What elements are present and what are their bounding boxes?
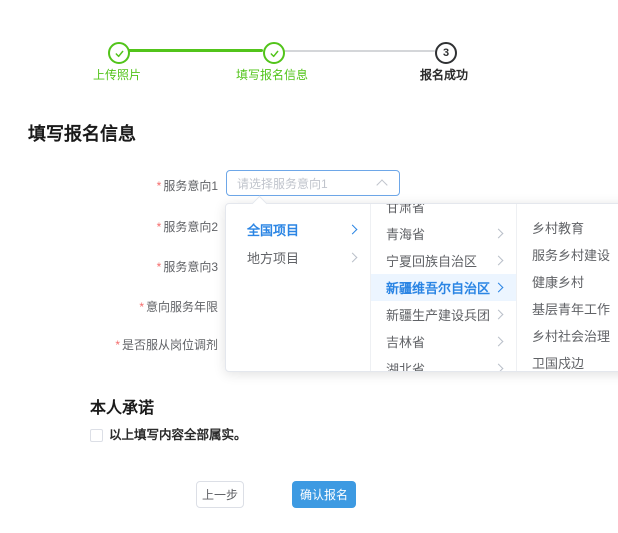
cascader-option-xinjiang[interactable]: 新疆维吾尔自治区: [371, 274, 516, 301]
field-label-accept-adjustment: *是否服从岗位调剂: [40, 336, 218, 353]
stepper-connector-pending: [282, 50, 435, 52]
required-mark: *: [157, 179, 162, 193]
commitment-checkbox[interactable]: [90, 429, 103, 442]
chevron-right-icon: [494, 337, 504, 347]
cascader-option-national[interactable]: 全国项目: [226, 215, 370, 243]
cascader-option-province-clipped[interactable]: 甘肃省: [371, 204, 516, 220]
chevron-up-icon: [376, 179, 387, 190]
field-label-service-intent-3: *服务意向3: [40, 258, 218, 275]
chevron-right-icon: [494, 310, 504, 320]
chevron-right-icon: [494, 256, 504, 266]
chevron-right-icon: [494, 283, 504, 293]
stepper-connector-done: [127, 49, 263, 52]
service-intent-1-select[interactable]: 请选择服务意向1: [226, 170, 400, 196]
page-title: 填写报名信息: [28, 120, 136, 146]
commitment-checkbox-label: 以上填写内容全部属实。: [109, 429, 247, 442]
field-label-service-intent-2: *服务意向2: [40, 218, 218, 235]
step-3-label: 报名成功: [414, 66, 474, 83]
chevron-right-icon: [348, 224, 358, 234]
cascader-option-grassroots-youth[interactable]: 基层青年工作: [517, 295, 618, 322]
cascader-level-3: 乡村教育 服务乡村建设 健康乡村 基层青年工作 乡村社会治理 卫国戍边: [517, 204, 618, 371]
required-mark: *: [157, 260, 162, 274]
cascader-option-qinghai[interactable]: 青海省: [371, 220, 516, 247]
chevron-right-icon: [494, 229, 504, 239]
required-mark: *: [139, 300, 144, 314]
cascader-option-hubei[interactable]: 湖北省: [371, 355, 516, 371]
cascader-option-rural-construction[interactable]: 服务乡村建设: [517, 241, 618, 268]
step-3-number: 3: [443, 47, 449, 59]
cascader-option-rural-education[interactable]: 乡村教育: [517, 214, 618, 241]
confirm-registration-button[interactable]: 确认报名: [292, 481, 356, 508]
cascader-option-healthy-village[interactable]: 健康乡村: [517, 268, 618, 295]
cascader-option-rural-governance[interactable]: 乡村社会治理: [517, 322, 618, 349]
cascader-option-xinjiang-corps[interactable]: 新疆生产建设兵团: [371, 301, 516, 328]
chevron-right-icon: [348, 252, 358, 262]
cascader-option-border-defense[interactable]: 卫国戍边: [517, 349, 618, 371]
step-2-circle: [263, 42, 285, 64]
check-icon: [114, 48, 125, 59]
cascader-level-1: 全国项目 地方项目: [226, 204, 370, 371]
chevron-right-icon: [494, 364, 504, 371]
step-1-circle: [108, 42, 130, 64]
cascader-option-jilin[interactable]: 吉林省: [371, 328, 516, 355]
check-icon: [269, 48, 280, 59]
registration-page: 3 上传照片 填写报名信息 报名成功 填写报名信息 *服务意向1 *服务意向2 …: [0, 0, 618, 533]
cascader-option-local[interactable]: 地方项目: [226, 243, 370, 271]
step-1-label: 上传照片: [93, 66, 141, 83]
cascader-dropdown: 全国项目 地方项目 甘肃省 青海省 宁夏回族自治区: [225, 203, 618, 372]
required-mark: *: [157, 220, 162, 234]
step-2-label: 填写报名信息: [236, 66, 308, 83]
previous-step-button[interactable]: 上一步: [196, 481, 244, 508]
field-label-service-years: *意向服务年限: [40, 298, 218, 315]
cascader-option-ningxia[interactable]: 宁夏回族自治区: [371, 247, 516, 274]
step-3-circle: 3: [435, 42, 457, 64]
field-label-service-intent-1: *服务意向1: [40, 177, 218, 194]
commitment-title: 本人承诺: [90, 394, 154, 418]
required-mark: *: [115, 338, 120, 352]
select-placeholder: 请选择服务意向1: [227, 175, 378, 192]
cascader-level-2: 甘肃省 青海省 宁夏回族自治区 新疆维吾尔自治区 新疆生产建设兵团: [370, 204, 517, 371]
